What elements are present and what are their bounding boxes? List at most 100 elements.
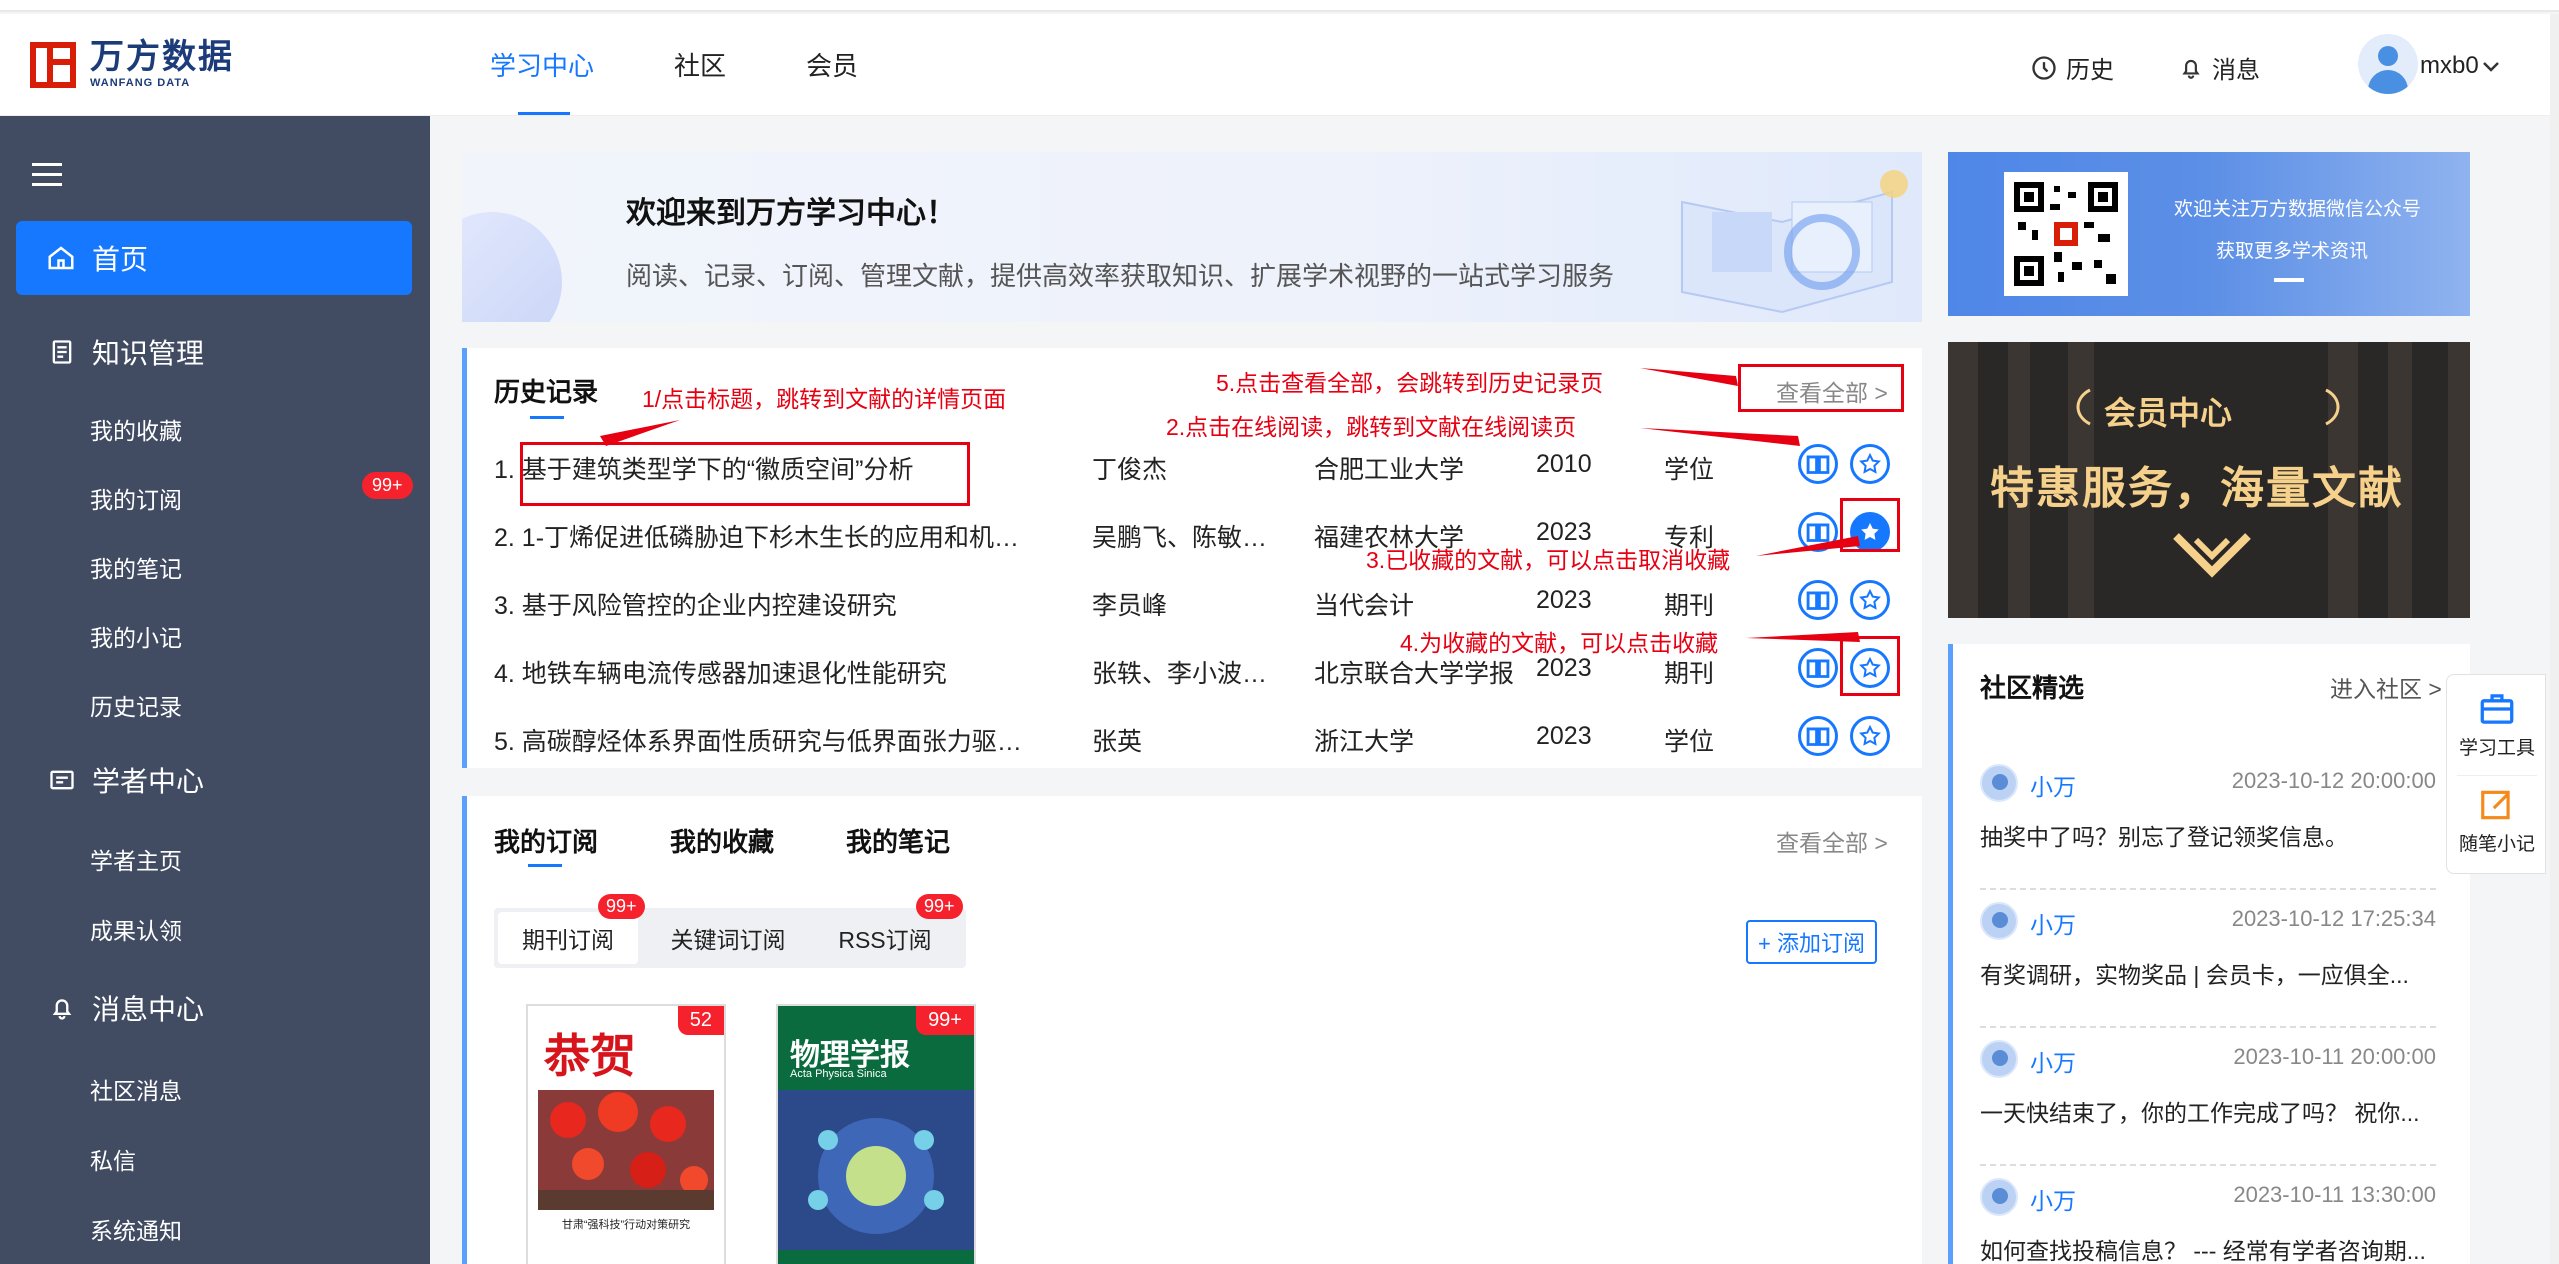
favorite-star-icon[interactable]	[1850, 444, 1890, 484]
favorite-star-icon[interactable]	[1850, 580, 1890, 620]
journal-cover[interactable]: 恭贺 甘肃“强科技”行动对策研究 52	[526, 1004, 726, 1264]
edit-note-icon	[2481, 790, 2510, 820]
sidebar-item-notes[interactable]: 我的笔记	[90, 550, 182, 584]
qr-code-icon	[2014, 182, 2118, 286]
page-scrollbar[interactable]	[2550, 14, 2559, 1264]
user-avatar[interactable]	[2358, 34, 2418, 94]
post-text[interactable]: 如何查找投稿信息？ --- 经常有学者咨询期...	[1980, 1232, 2436, 1264]
menu-toggle-icon[interactable]	[32, 160, 64, 190]
post-author[interactable]: 小万	[2030, 906, 2076, 940]
clock-icon	[2032, 55, 2056, 80]
read-online-icon[interactable]	[1798, 716, 1838, 756]
membership-banner[interactable]: 会员中心 特惠服务，海量文献	[1948, 342, 2470, 618]
wechat-follow-panel[interactable]: 欢迎关注万方数据微信公众号 获取更多学术资讯	[1948, 152, 2470, 316]
add-subscription-button[interactable]: + 添加订阅	[1746, 920, 1877, 964]
membership-title: 会员中心	[2104, 395, 2233, 431]
username-label: mxb0	[2420, 52, 2479, 79]
tab-my-favorites[interactable]: 我的收藏	[670, 822, 774, 859]
sidebar-item-memos[interactable]: 我的小记	[90, 619, 182, 653]
app-header: 万方数据 WANFANG DATA 学习中心 社区 会员 历史 消息 mxb0	[0, 14, 2559, 116]
messages-link[interactable]: 消息	[2178, 50, 2260, 85]
sidebar-item-system-notices[interactable]: 系统通知	[90, 1212, 182, 1246]
book-illustration-icon	[1681, 170, 1908, 314]
history-row-title-link[interactable]: 2. 1-丁烯促进低磷胁迫下杉木生长的应用和机制研究	[494, 518, 1034, 554]
wanfang-logo[interactable]: 万方数据 WANFANG DATA	[30, 40, 234, 89]
read-online-icon[interactable]	[1798, 512, 1838, 552]
journal-cover[interactable]: 物理学报 Acta Physica Sinica 99+	[776, 1004, 976, 1264]
sidebar-home-label: 首页	[92, 244, 149, 275]
cover-count-badge: 52	[677, 1006, 724, 1035]
history-row-type: 学位	[1664, 728, 1715, 756]
nav-community[interactable]: 社区	[674, 46, 726, 83]
sidebar-item-scholar-home[interactable]: 学者主页	[90, 842, 182, 876]
floating-divider	[2457, 775, 2537, 776]
physics-cover-image	[778, 1090, 974, 1264]
nav-learning-center[interactable]: 学习中心	[490, 46, 594, 83]
logo-text-en: WANFANG DATA	[90, 77, 191, 89]
study-tools-button[interactable]: 学习工具	[2447, 691, 2547, 760]
sidebar-item-private-messages[interactable]: 私信	[90, 1142, 136, 1176]
banner-title: 欢迎来到万方学习中心！	[626, 197, 956, 230]
user-menu[interactable]: mxb0	[2420, 52, 2503, 80]
sidebar-item-favorites[interactable]: 我的收藏	[90, 412, 182, 446]
enter-community-link[interactable]: 进入社区 >	[2330, 670, 2442, 704]
history-row-author: 丁俊杰	[1092, 456, 1168, 484]
history-row-year: 2023	[1536, 722, 1592, 750]
tab-my-subscriptions[interactable]: 我的订阅	[494, 822, 598, 859]
subscriptions-view-all-link[interactable]: 查看全部 >	[1776, 824, 1888, 858]
post-author[interactable]: 小万	[2030, 1182, 2076, 1216]
history-row-year: 2023	[1536, 654, 1592, 682]
history-row-author: 吴鹏飞、陈敏、马祥庆	[1092, 524, 1282, 552]
annotation-text: 2.点击在线阅读，跳转到文献在线阅读页	[1166, 414, 1577, 440]
post-text[interactable]: 抽奖中了吗？别忘了登记领奖信息。	[1980, 818, 2436, 852]
post-text[interactable]: 一天快结束了，你的工作完成了吗？ 祝你...	[1980, 1094, 2436, 1128]
laurel-right-icon	[2325, 388, 2340, 426]
segment-journal[interactable]: 期刊订阅	[498, 912, 638, 964]
community-post[interactable]: 小万 2023-10-11 13:30:00 如何查找投稿信息？ --- 经常有…	[1980, 1166, 2436, 1264]
post-time: 2023-10-11 13:30:00	[2233, 1182, 2436, 1207]
banner-subtitle: 阅读、记录、订阅、管理文献，提供高效率获取知识、扩展学术视野的一站式学习服务	[626, 261, 1615, 291]
history-row-author: 李员峰	[1092, 592, 1168, 620]
quick-notes-button[interactable]: 随笔小记	[2447, 787, 2547, 856]
post-text[interactable]: 有奖调研，实物奖品 | 会员卡，一应俱全...	[1980, 956, 2436, 990]
nav-membership[interactable]: 会员	[806, 46, 858, 83]
segment-keyword[interactable]: 关键词订阅	[650, 908, 806, 968]
history-row-title-link[interactable]: 3. 基于风险管控的企业内控建设研究	[494, 586, 1034, 622]
tab-my-notes[interactable]: 我的笔记	[846, 822, 950, 859]
sidebar-item-home[interactable]: 首页	[16, 221, 412, 295]
sidebar-item-history[interactable]: 历史记录	[90, 688, 182, 722]
bell-icon	[52, 999, 72, 1020]
favorite-star-icon[interactable]	[1850, 716, 1890, 756]
document-icon	[52, 340, 72, 364]
sidebar-item-claim-results[interactable]: 成果认领	[90, 912, 182, 946]
read-online-icon[interactable]	[1798, 444, 1838, 484]
sidebar-group-messages[interactable]: 消息中心	[48, 988, 204, 1028]
history-row-title-link[interactable]: 5. 高碳醇烃体系界面性质研究与低界面张力驱油体系构建	[494, 722, 1034, 758]
sidebar-item-subscriptions[interactable]: 我的订阅	[90, 481, 182, 515]
history-row-year: 2010	[1536, 450, 1592, 478]
logo-text-cn: 万方数据	[90, 38, 234, 76]
bell-icon	[2182, 59, 2200, 79]
community-post[interactable]: 小万 2023-10-11 20:00:00 一天快结束了，你的工作完成了吗？ …	[1980, 1028, 2436, 1166]
community-post[interactable]: 小万 2023-10-12 20:00:00 抽奖中了吗？别忘了登记领奖信息。	[1980, 752, 2436, 890]
subscription-type-switch: 期刊订阅 关键词订阅 RSS订阅	[494, 908, 966, 968]
top-nav: 学习中心 社区 会员	[490, 46, 938, 83]
post-author[interactable]: 小万	[2030, 768, 2076, 802]
community-post[interactable]: 小万 2023-10-12 17:25:34 有奖调研，实物奖品 | 会员卡，一…	[1980, 890, 2436, 1028]
read-online-icon[interactable]	[1798, 648, 1838, 688]
scholar-icon	[50, 770, 74, 790]
history-link[interactable]: 历史	[2030, 50, 2114, 85]
read-online-icon[interactable]	[1798, 580, 1838, 620]
chevron-down-icon	[2482, 62, 2499, 72]
messages-label: 消息	[2212, 57, 2260, 84]
sidebar-group-knowledge[interactable]: 知识管理	[48, 332, 204, 372]
annotation-box-view-all	[1738, 364, 1904, 412]
history-row-title-link[interactable]: 4. 地铁车辆电流传感器加速退化性能研究	[494, 654, 1034, 690]
subscriptions-card: 我的订阅 我的收藏 我的笔记 查看全部 > 期刊订阅 关键词订阅 RSS订阅 9…	[462, 796, 1922, 1264]
post-author[interactable]: 小万	[2030, 1044, 2076, 1078]
sidebar-item-community-messages[interactable]: 社区消息	[90, 1072, 182, 1106]
card-accent-bar	[462, 796, 467, 1264]
community-picks-card: 社区精选 进入社区 > 小万 2023-10-12 20:00:00 抽奖中了吗…	[1948, 644, 2470, 1264]
home-icon	[48, 246, 74, 270]
sidebar-group-scholar[interactable]: 学者中心	[48, 760, 204, 800]
